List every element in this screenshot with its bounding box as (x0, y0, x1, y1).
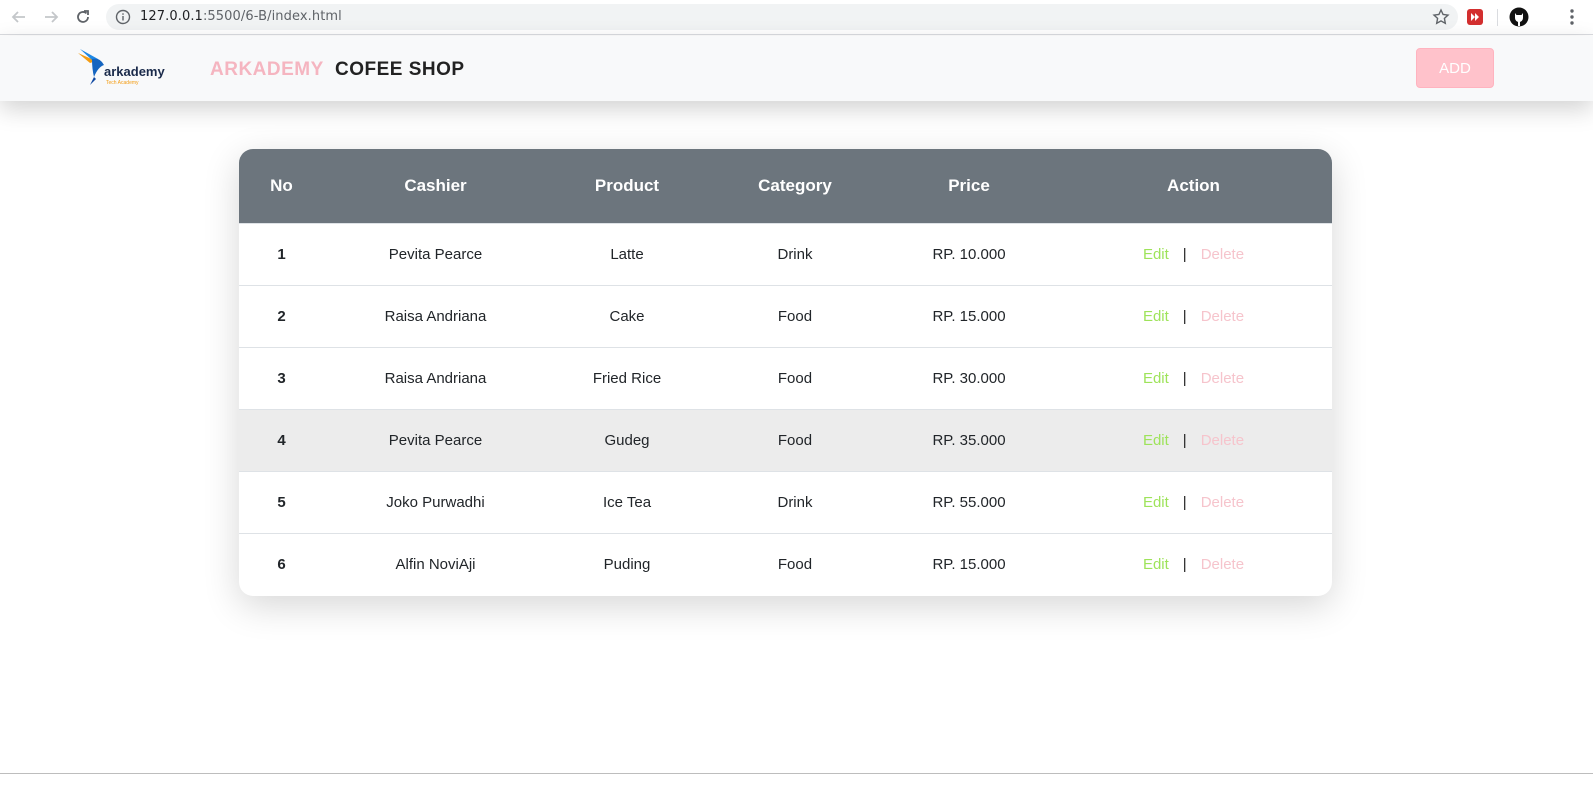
delete-link[interactable]: Delete (1201, 308, 1244, 325)
reload-icon (77, 10, 89, 23)
action-separator: | (1182, 493, 1187, 511)
cell-cashier: Joko Purwadhi (386, 493, 485, 511)
delete-link[interactable]: Delete (1201, 432, 1244, 449)
cell-category: Food (777, 431, 813, 449)
orders-table-card: No Cashier Product Category Price Action… (239, 149, 1332, 596)
three-dots-menu-icon[interactable] (1566, 7, 1578, 27)
cell-price: RP. 15.000 (932, 307, 1006, 325)
github-extension-button[interactable] (1509, 7, 1529, 27)
cell-action: Edit | Delete (1055, 409, 1332, 471)
brand-accent-title[interactable]: ARKADEMY (210, 59, 324, 81)
github-cat-icon (1509, 7, 1529, 27)
table-row: 4 Pevita Pearce Gudeg Food RP. 35.000 Ed… (239, 409, 1332, 471)
cell-category: Food (777, 369, 813, 387)
header-product: Product (594, 175, 660, 195)
url-text: 127.0.0.1:5500/6-B/index.html (140, 9, 342, 24)
cell-product: Gudeg (604, 431, 650, 449)
action-separator: | (1182, 555, 1187, 573)
address-bar[interactable]: 127.0.0.1:5500/6-B/index.html (106, 4, 1458, 30)
cell-action: Edit | Delete (1055, 223, 1332, 285)
cell-price: RP. 15.000 (932, 555, 1006, 573)
cell-category: Drink (777, 493, 813, 511)
cell-product: Puding (603, 555, 651, 573)
info-icon[interactable] (115, 9, 131, 25)
url-path: :5500/6-B/index.html (202, 9, 342, 24)
browser-toolbar: 127.0.0.1:5500/6-B/index.html (0, 0, 1593, 35)
edit-link[interactable]: Edit (1143, 308, 1169, 325)
cell-product: Ice Tea (602, 493, 652, 511)
table-row: 1 Pevita Pearce Latte Drink RP. 10.000 E… (239, 223, 1332, 285)
action-separator: | (1182, 369, 1187, 387)
delete-link[interactable]: Delete (1201, 494, 1244, 511)
delete-link[interactable]: Delete (1201, 246, 1244, 263)
cell-category: Food (777, 555, 813, 573)
cell-cashier: Pevita Pearce (388, 245, 483, 263)
back-button[interactable] (8, 6, 30, 28)
svg-text:arkademy: arkademy (104, 64, 165, 79)
cell-no: 1 (277, 245, 286, 263)
cell-product: Cake (609, 307, 645, 325)
reload-button[interactable] (72, 6, 94, 28)
action-separator: | (1182, 245, 1187, 263)
cell-no: 6 (277, 555, 286, 573)
delete-link[interactable]: Delete (1201, 370, 1244, 387)
delete-link[interactable]: Delete (1201, 556, 1244, 573)
extension-button[interactable] (1465, 7, 1485, 27)
cell-price: RP. 55.000 (932, 493, 1006, 511)
cell-no: 5 (277, 493, 286, 511)
cell-no: 4 (277, 431, 286, 449)
table-row: 5 Joko Purwadhi Ice Tea Drink RP. 55.000… (239, 471, 1332, 533)
url-host: 127.0.0.1 (140, 9, 203, 24)
edit-link[interactable]: Edit (1143, 432, 1169, 449)
cell-price: RP. 35.000 (932, 431, 1006, 449)
window-bottom-border (0, 773, 1593, 774)
cell-action: Edit | Delete (1055, 533, 1332, 595)
cell-action: Edit | Delete (1055, 285, 1332, 347)
toolbar-divider (1497, 9, 1498, 26)
cell-cashier: Raisa Andriana (384, 307, 487, 325)
header-category: Category (758, 175, 832, 195)
cell-category: Drink (777, 245, 813, 263)
edit-link[interactable]: Edit (1143, 370, 1169, 387)
cell-product: Fried Rice (592, 369, 662, 387)
cell-price: RP. 30.000 (932, 369, 1006, 387)
cell-cashier: Alfin NoviAji (395, 555, 476, 573)
red-play-extension-icon (1467, 9, 1483, 25)
cell-cashier: Raisa Andriana (384, 369, 487, 387)
action-separator: | (1182, 431, 1187, 449)
table-row: 3 Raisa Andriana Fried Rice Food RP. 30.… (239, 347, 1332, 409)
app-navbar: arkademy Tech Academy ARKADEMY COFEE SHO… (0, 36, 1593, 101)
cell-cashier: Pevita Pearce (388, 431, 483, 449)
brand-main-title[interactable]: COFEE SHOP (335, 59, 465, 81)
cell-no: 3 (277, 369, 286, 387)
arkademy-logo[interactable]: arkademy Tech Academy (76, 47, 166, 89)
star-icon[interactable] (1432, 8, 1450, 26)
edit-link[interactable]: Edit (1143, 246, 1169, 263)
orders-table: No Cashier Product Category Price Action… (239, 149, 1332, 595)
cell-action: Edit | Delete (1055, 347, 1332, 409)
action-separator: | (1182, 307, 1187, 325)
edit-link[interactable]: Edit (1143, 556, 1169, 573)
cell-price: RP. 10.000 (932, 245, 1006, 263)
hummingbird-logo-icon: arkademy Tech Academy (78, 49, 165, 86)
edit-link[interactable]: Edit (1143, 494, 1169, 511)
cell-action: Edit | Delete (1055, 471, 1332, 533)
table-row: 6 Alfin NoviAji Puding Food RP. 15.000 E… (239, 533, 1332, 595)
header-price: Price (948, 175, 990, 195)
cell-product: Latte (610, 245, 644, 263)
header-no: No (270, 175, 293, 195)
cell-no: 2 (277, 307, 286, 325)
header-cashier: Cashier (404, 175, 467, 195)
table-row: 2 Raisa Andriana Cake Food RP. 15.000 Ed… (239, 285, 1332, 347)
cell-category: Food (777, 307, 813, 325)
table-header-row: No Cashier Product Category Price Action (239, 149, 1332, 223)
svg-text:Tech Academy: Tech Academy (106, 80, 139, 86)
arrow-left-icon (11, 11, 25, 23)
add-button[interactable]: ADD (1416, 48, 1494, 88)
forward-button[interactable] (40, 6, 62, 28)
header-action: Action (1167, 175, 1220, 195)
arrow-right-icon (45, 11, 59, 23)
